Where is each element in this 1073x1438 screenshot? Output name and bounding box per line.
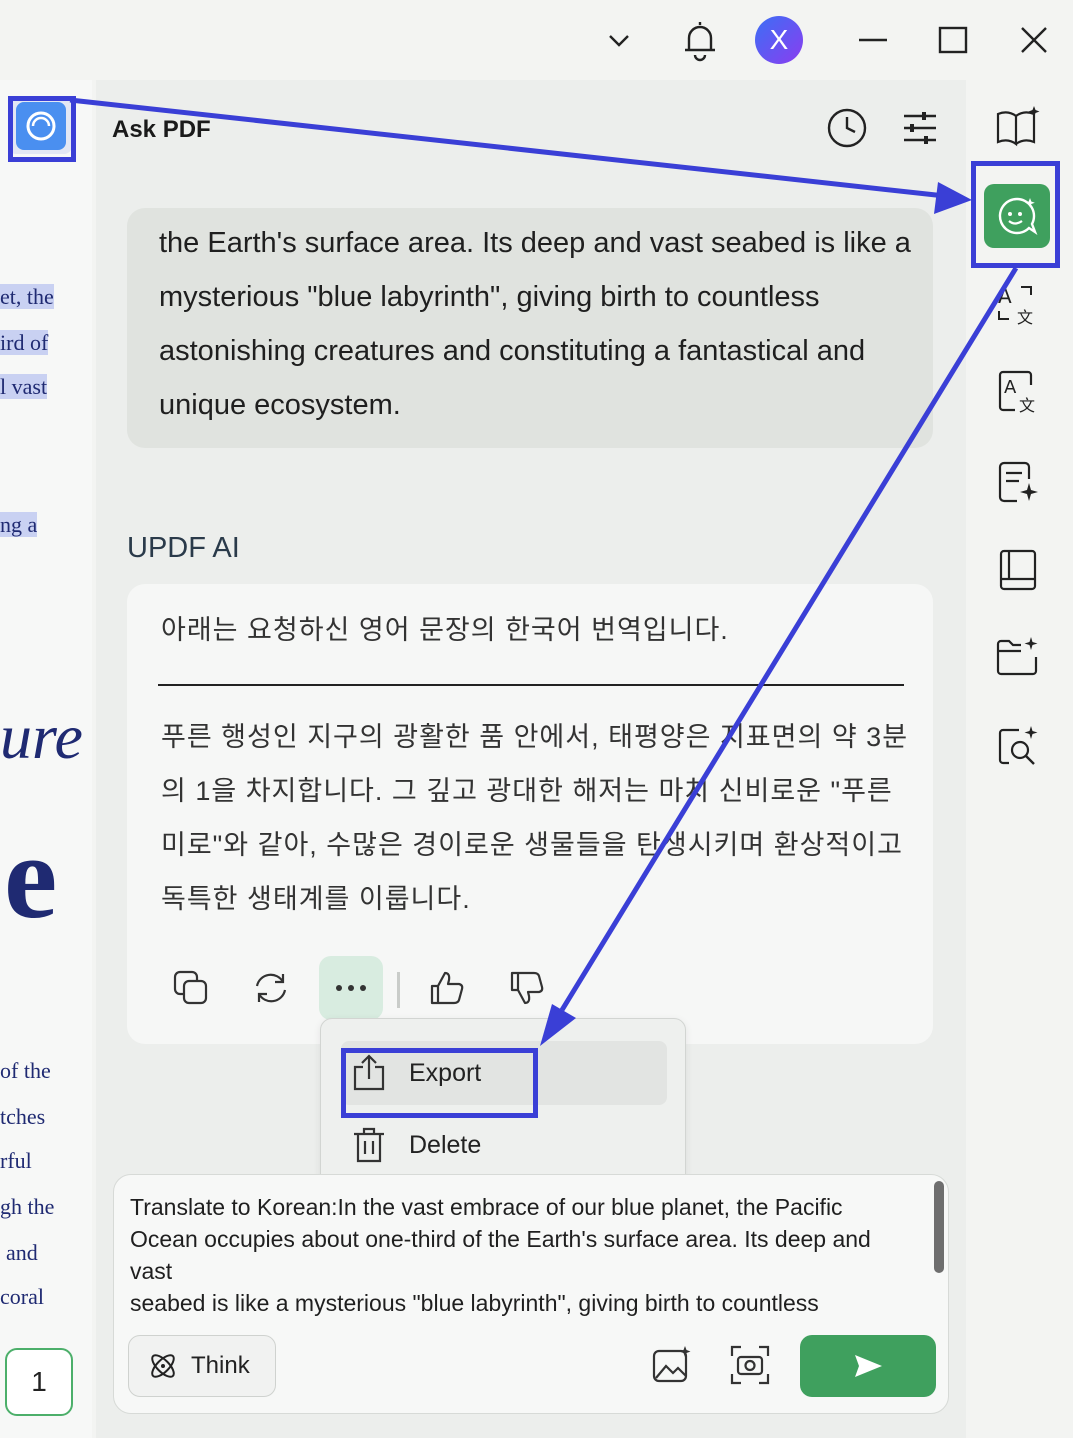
ai-sender-label: UPDF AI xyxy=(127,532,240,564)
menu-item-label: Delete xyxy=(409,1130,482,1159)
folder-sparkle-icon[interactable] xyxy=(992,632,1044,684)
translate-box-icon[interactable]: A文 xyxy=(992,366,1044,418)
chevron-down-icon[interactable] xyxy=(591,12,647,68)
think-toggle-button[interactable]: Think xyxy=(128,1335,276,1397)
settings-sliders-icon[interactable] xyxy=(896,104,944,152)
page-number-input[interactable]: 1 xyxy=(5,1348,73,1416)
user-message-bubble: the Earth's surface area. Its deep and v… xyxy=(127,208,933,448)
annotation-box-launcher xyxy=(8,96,76,162)
divider xyxy=(397,972,400,1008)
svg-text:文: 文 xyxy=(1019,396,1035,415)
trash-icon xyxy=(341,1125,397,1165)
doc-heading-fragment: e xyxy=(4,810,58,943)
regenerate-icon[interactable] xyxy=(239,956,303,1020)
title-bar: X xyxy=(0,0,1073,80)
close-icon[interactable] xyxy=(1006,12,1062,68)
prompt-input-box[interactable]: Translate to Korean:In the vast embrace … xyxy=(113,1174,949,1414)
doc-text-line: gh the xyxy=(0,1194,55,1219)
panel-title: Ask PDF xyxy=(112,116,211,143)
doc-text-line: coral xyxy=(0,1284,44,1309)
history-icon[interactable] xyxy=(823,104,871,152)
maximize-icon[interactable] xyxy=(925,12,981,68)
avatar-letter: X xyxy=(769,24,789,55)
doc-text-line: and xyxy=(6,1240,38,1265)
ai-response-body: 푸른 행성인 지구의 광활한 품 안에서, 태평양은 지표면의 약 3분의 1을… xyxy=(161,722,909,914)
doc-text-line: l vast xyxy=(0,374,48,399)
doc-text-line: et, the xyxy=(0,284,54,309)
tool-rail: A文 A文 xyxy=(968,80,1073,1438)
send-icon xyxy=(852,1352,884,1380)
think-label: Think xyxy=(191,1352,250,1379)
user-message-text: the Earth's surface area. Its deep and v… xyxy=(159,227,911,421)
doc-text-line: ird of xyxy=(0,330,49,355)
book-sparkle-icon[interactable] xyxy=(992,100,1044,152)
summary-sparkle-icon[interactable] xyxy=(992,456,1044,508)
ai-response-card: 아래는 요청하신 영어 문장의 한국어 번역입니다. 푸른 행성인 지구의 광활… xyxy=(127,584,933,1044)
doc-text-line: ng a xyxy=(0,512,38,537)
translate-icon[interactable]: A文 xyxy=(992,278,1044,330)
svg-text:文: 文 xyxy=(1017,308,1033,327)
prompt-input-text[interactable]: Translate to Korean:In the vast embrace … xyxy=(130,1191,910,1319)
doc-heading-fragment: ure xyxy=(0,701,83,772)
ask-pdf-panel: Ask PDF the Earth's surface area. Its de… xyxy=(96,80,966,1438)
search-sparkle-icon[interactable] xyxy=(992,720,1044,772)
delete-menu-item[interactable]: Delete xyxy=(341,1113,667,1177)
doc-text-line: rful xyxy=(0,1148,32,1173)
doc-text-line: tches xyxy=(0,1104,46,1129)
image-sparkle-icon[interactable] xyxy=(646,1339,698,1391)
bell-icon[interactable] xyxy=(672,12,728,68)
svg-text:A: A xyxy=(998,284,1012,308)
annotation-box-ai-chat xyxy=(971,161,1060,268)
minimize-icon[interactable] xyxy=(845,12,901,68)
ai-response-intro: 아래는 요청하신 영어 문장의 한국어 번역입니다. xyxy=(161,615,729,645)
atom-icon xyxy=(147,1350,179,1382)
doc-text-line: of the xyxy=(0,1058,51,1083)
thumbs-down-icon[interactable] xyxy=(495,956,559,1020)
screenshot-icon[interactable] xyxy=(724,1339,776,1391)
copy-icon[interactable] xyxy=(159,956,223,1020)
more-icon[interactable] xyxy=(319,956,383,1020)
svg-text:A: A xyxy=(1004,377,1017,398)
thumbs-up-icon[interactable] xyxy=(415,956,479,1020)
send-button[interactable] xyxy=(800,1335,936,1397)
divider xyxy=(158,684,904,686)
pdf-document-view[interactable]: et, the ird of l vast ng a ure e of the … xyxy=(0,80,92,1438)
book-icon[interactable] xyxy=(992,544,1044,596)
input-scrollbar[interactable] xyxy=(934,1181,944,1273)
annotation-box-export xyxy=(341,1048,538,1118)
avatar[interactable]: X xyxy=(755,16,803,64)
